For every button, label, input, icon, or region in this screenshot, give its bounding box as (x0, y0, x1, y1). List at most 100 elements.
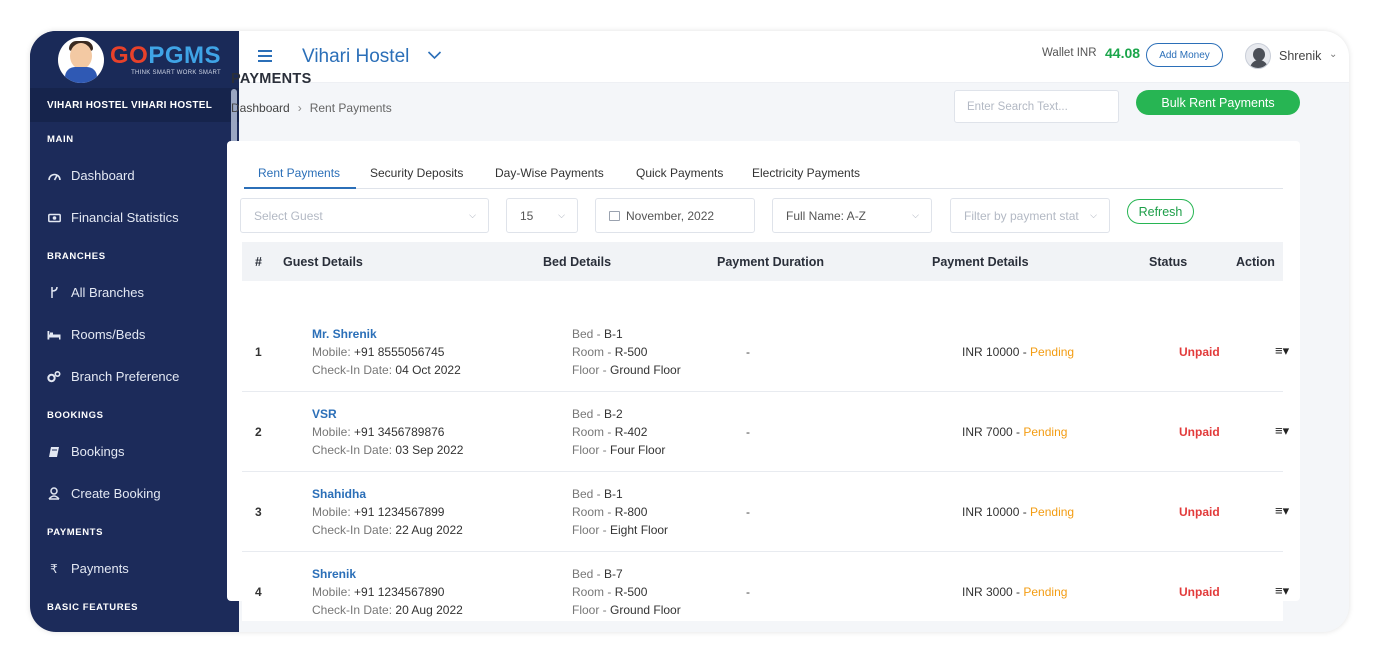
breadcrumb: Dashboard › Rent Payments (231, 101, 392, 115)
payment-status-placeholder: Filter by payment stat (964, 208, 1079, 223)
payment-amount: INR 10000 - (962, 505, 1027, 519)
sidebar-item-bookings[interactable]: Bookings (30, 444, 124, 459)
room-label: Room - (572, 585, 612, 599)
sort-dropdown[interactable]: Full Name: A-Z ⌵ (772, 198, 932, 233)
month-picker[interactable]: November, 2022 (595, 198, 755, 233)
user-menu-chevron-icon[interactable]: ⌄ (1329, 49, 1337, 60)
bed-value: B-1 (604, 487, 623, 501)
page-title: PAYMENTS (231, 71, 312, 87)
payment-amount: INR 7000 - (962, 425, 1021, 439)
action-menu-icon[interactable]: ≡▾ (1275, 423, 1289, 439)
action-menu-icon[interactable]: ≡▾ (1275, 343, 1289, 359)
brand-logo[interactable]: GOPGMS THINK SMART WORK SMART (30, 31, 239, 88)
checkin-label: Check-In Date: (312, 523, 393, 537)
col-bed-details: Bed Details (543, 255, 612, 269)
payment-pending-label: Pending (1030, 505, 1075, 519)
chevron-down-icon[interactable] (427, 47, 443, 63)
add-money-button[interactable]: Add Money (1146, 43, 1223, 67)
refresh-button[interactable]: Refresh (1127, 199, 1194, 224)
tab-rent-payments[interactable]: Rent Payments (258, 166, 340, 180)
sidebar-item-all-branches[interactable]: All Branches (30, 285, 144, 300)
select-guest-placeholder: Select Guest (254, 208, 323, 223)
user-avatar[interactable] (1245, 43, 1271, 69)
room-value: R-402 (614, 425, 648, 439)
calendar-icon (609, 210, 620, 221)
bulk-rent-payments-button[interactable]: Bulk Rent Payments (1136, 90, 1300, 115)
menu-toggle-icon[interactable] (258, 50, 272, 62)
cogs-icon (47, 370, 61, 384)
tab-day-wise-payments[interactable]: Day-Wise Payments (495, 166, 604, 180)
sidebar-item-label: Financial Statistics (71, 210, 179, 225)
sidebar-item-dashboard[interactable]: Dashboard (30, 168, 135, 183)
guest-checkin: 20 Aug 2022 (395, 603, 463, 617)
sidebar-item-financial-statistics[interactable]: Financial Statistics (30, 210, 179, 225)
table-row: 1 Mr. Shrenik Mobile: +91 8555056745 Che… (242, 312, 1289, 392)
sidebar-item-payments[interactable]: ₹ Payments (30, 561, 129, 576)
sidebar-item-create-booking[interactable]: Create Booking (30, 486, 161, 501)
tab-electricity-payments[interactable]: Electricity Payments (752, 166, 860, 180)
chevron-down-icon: ⌵ (469, 210, 476, 220)
section-main: MAIN (47, 134, 74, 145)
branch-icon (47, 286, 61, 300)
chevron-down-icon: ⌵ (558, 210, 565, 220)
guest-name-link[interactable]: Shrenik (312, 567, 356, 581)
page-size-dropdown[interactable]: 15 ⌵ (506, 198, 578, 233)
payment-tabs: Rent Payments Security Deposits Day-Wise… (244, 159, 1283, 189)
search-input[interactable] (954, 90, 1119, 123)
room-value: R-800 (614, 505, 648, 519)
guest-name-link[interactable]: VSR (312, 407, 337, 421)
mobile-label: Mobile: (312, 345, 351, 359)
active-tab-indicator (244, 187, 356, 189)
user-icon (47, 487, 61, 501)
sidebar-item-label: Dashboard (71, 168, 135, 183)
room-value: R-500 (614, 585, 648, 599)
section-bookings: BOOKINGS (47, 410, 104, 421)
tab-security-deposits[interactable]: Security Deposits (370, 166, 463, 180)
page-size-value: 15 (520, 208, 534, 223)
floor-value: Ground Floor (610, 603, 681, 617)
mobile-label: Mobile: (312, 585, 351, 599)
checkin-label: Check-In Date: (312, 363, 393, 377)
bed-value: B-7 (604, 567, 623, 581)
sidebar: GOPGMS THINK SMART WORK SMART VIHARI HOS… (30, 31, 239, 632)
breadcrumb-dashboard[interactable]: Dashboard (231, 101, 290, 115)
action-menu-icon[interactable]: ≡▾ (1275, 583, 1289, 599)
guest-checkin: 04 Oct 2022 (395, 363, 461, 377)
top-bar: Vihari Hostel Wallet INR 44.08 Add Money… (239, 31, 1349, 83)
col-status: Status (1149, 255, 1188, 269)
table-row: 4 Shrenik Mobile: +91 1234567890 Check-I… (242, 552, 1289, 621)
checkin-label: Check-In Date: (312, 603, 393, 617)
guest-mobile: +91 8555056745 (354, 345, 445, 359)
hostel-selector-label[interactable]: Vihari Hostel (302, 46, 409, 68)
tab-quick-payments[interactable]: Quick Payments (636, 166, 723, 180)
floor-value: Eight Floor (610, 523, 669, 537)
guest-mobile: +91 3456789876 (354, 425, 445, 439)
table-row: 2 VSR Mobile: +91 3456789876 Check-In Da… (242, 392, 1289, 472)
breadcrumb-current: Rent Payments (309, 101, 392, 115)
payment-duration: - (746, 505, 750, 519)
sidebar-item-label: All Branches (71, 285, 144, 300)
user-name[interactable]: Shrenik (1279, 49, 1321, 63)
sidebar-item-rooms-beds[interactable]: Rooms/Beds (30, 327, 145, 342)
guest-name-link[interactable]: Shahidha (312, 487, 366, 501)
room-label: Room - (572, 505, 612, 519)
guest-checkin: 03 Sep 2022 (395, 443, 464, 457)
month-value: November, 2022 (626, 208, 715, 223)
payment-amount: INR 10000 - (962, 345, 1027, 359)
select-guest-dropdown[interactable]: Select Guest ⌵ (240, 198, 489, 233)
sidebar-item-branch-preference[interactable]: Branch Preference (30, 369, 179, 384)
guest-mobile: +91 1234567890 (354, 585, 445, 599)
logo-pgms: PGMS (148, 41, 222, 69)
payment-amount: INR 3000 - (962, 585, 1021, 599)
payment-status-filter[interactable]: Filter by payment stat ⌵ (950, 198, 1110, 233)
bed-value: B-2 (604, 407, 623, 421)
guest-name-link[interactable]: Mr. Shrenik (312, 327, 377, 341)
row-number: 1 (255, 345, 262, 359)
action-menu-icon[interactable]: ≡▾ (1275, 503, 1289, 519)
gauge-icon (47, 169, 61, 183)
room-label: Room - (572, 345, 612, 359)
table-row: 3 Shahidha Mobile: +91 1234567899 Check-… (242, 472, 1289, 552)
section-branches: BRANCHES (47, 251, 106, 262)
checkin-label: Check-In Date: (312, 443, 393, 457)
sidebar-item-label: Bookings (71, 444, 125, 459)
